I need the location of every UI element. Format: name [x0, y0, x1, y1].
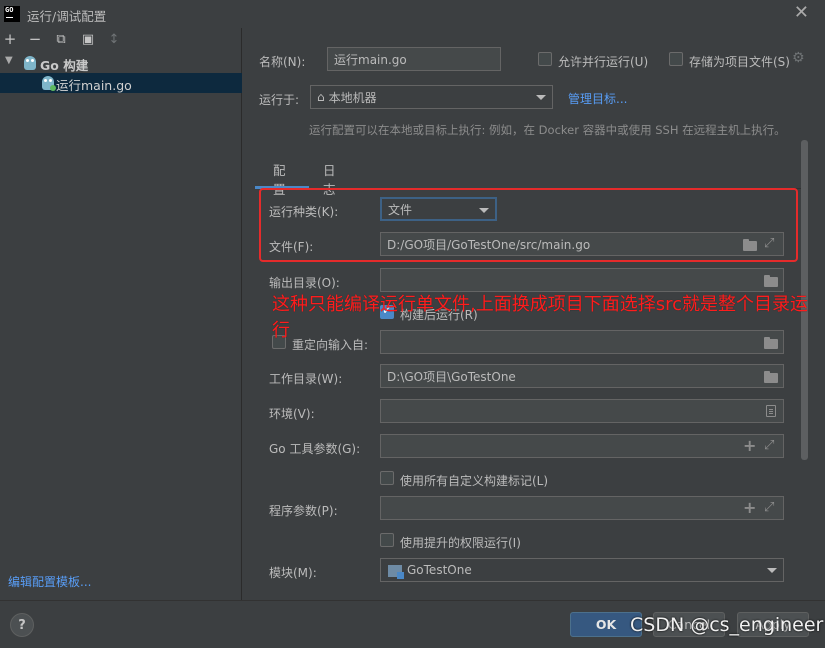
- plus-icon[interactable]: +: [743, 436, 756, 455]
- folder-icon[interactable]: [764, 275, 778, 287]
- program-args-input[interactable]: + ⤢: [380, 496, 784, 520]
- chevron-down-icon: [536, 95, 546, 100]
- document-icon[interactable]: [766, 405, 776, 417]
- goland-app-icon: GO: [4, 6, 20, 22]
- name-input[interactable]: 运行main.go: [327, 47, 501, 71]
- store-project-label: 存储为项目文件(S): [689, 55, 790, 69]
- go-tool-args-label: Go 工具参数(G):: [269, 442, 361, 456]
- tree-toolbar: + − ⧉ ▣ ↕: [0, 28, 242, 52]
- env-input[interactable]: [380, 399, 784, 423]
- elevated-run-checkbox[interactable]: [380, 533, 394, 547]
- remove-config-icon[interactable]: −: [26, 30, 44, 48]
- module-value: GoTestOne: [407, 563, 472, 577]
- config-tree: ▼ Go 构建 运行main.go: [0, 53, 242, 93]
- workdir-label: 工作目录(W):: [269, 372, 343, 386]
- program-args-label: 程序参数(P):: [269, 504, 338, 518]
- sort-icon[interactable]: ↕: [105, 30, 123, 48]
- home-icon: ⌂: [317, 90, 325, 104]
- expand-icon[interactable]: ⤢: [764, 500, 774, 515]
- go-build-icon: [24, 56, 36, 70]
- go-tool-args-input[interactable]: + ⤢: [380, 434, 784, 458]
- parallel-run-checkbox[interactable]: [538, 52, 552, 66]
- tree-group-go-build[interactable]: ▼ Go 构建: [0, 53, 242, 73]
- edit-templates-link[interactable]: 编辑配置模板...: [8, 573, 91, 590]
- copy-config-icon[interactable]: ⧉: [52, 30, 70, 48]
- tree-group-label: Go 构建: [40, 58, 89, 73]
- run-on-select[interactable]: ⌂ 本地机器: [310, 85, 553, 109]
- gear-icon[interactable]: ⚙: [792, 50, 805, 66]
- elevated-run-label: 使用提升的权限运行(I): [400, 536, 521, 550]
- output-dir-input[interactable]: [380, 268, 784, 292]
- go-run-icon: [42, 76, 56, 91]
- tree-item-run-main[interactable]: 运行main.go: [0, 73, 242, 93]
- chevron-down-icon[interactable]: ▼: [5, 55, 13, 66]
- workdir-input[interactable]: D:\GO项目\GoTestOne: [380, 364, 784, 388]
- parallel-run-label: 允许并行运行(U): [558, 55, 649, 69]
- help-button[interactable]: ?: [10, 613, 34, 637]
- store-project-checkbox[interactable]: [669, 52, 683, 66]
- window-title: 运行/调试配置: [27, 9, 107, 24]
- title-bar: GO 运行/调试配置 ✕: [0, 0, 825, 28]
- module-select[interactable]: GoTestOne: [380, 558, 784, 582]
- folder-icon[interactable]: [764, 371, 778, 383]
- folder-add-icon[interactable]: ▣: [79, 30, 97, 48]
- module-label: 模块(M):: [269, 566, 317, 580]
- watermark: CSDN @cs_engineer: [630, 614, 824, 636]
- annotation-text: 这种只能编译运行单文件,上面换成项目下面选择src就是整个目录运行: [272, 294, 808, 341]
- config-tree-pane: + − ⧉ ▣ ↕ ▼ Go 构建 运行main.go 编辑配置模板...: [0, 28, 242, 600]
- expand-icon[interactable]: ⤢: [764, 438, 774, 453]
- tree-item-label: 运行main.go: [56, 78, 132, 93]
- plus-icon[interactable]: +: [743, 498, 756, 517]
- run-on-hint: 运行配置可以在本地或目标上执行: 例如，在 Docker 容器中或使用 SSH …: [309, 123, 786, 137]
- chevron-down-icon: [767, 568, 777, 573]
- custom-tags-checkbox[interactable]: [380, 471, 394, 485]
- custom-tags-label: 使用所有自定义构建标记(L): [400, 474, 549, 488]
- output-dir-label: 输出目录(O):: [269, 276, 340, 290]
- add-config-icon[interactable]: +: [1, 30, 19, 48]
- module-icon: [388, 565, 404, 579]
- annotation-highlight-box: [259, 188, 798, 262]
- env-label: 环境(V):: [269, 407, 315, 421]
- workdir-value: D:\GO项目\GoTestOne: [387, 369, 516, 384]
- run-on-value: 本地机器: [328, 90, 377, 105]
- manage-targets-link[interactable]: 管理目标...: [568, 90, 627, 107]
- name-label: 名称(N):: [259, 55, 306, 69]
- run-on-label: 运行于:: [259, 93, 300, 107]
- close-icon[interactable]: ✕: [794, 4, 809, 22]
